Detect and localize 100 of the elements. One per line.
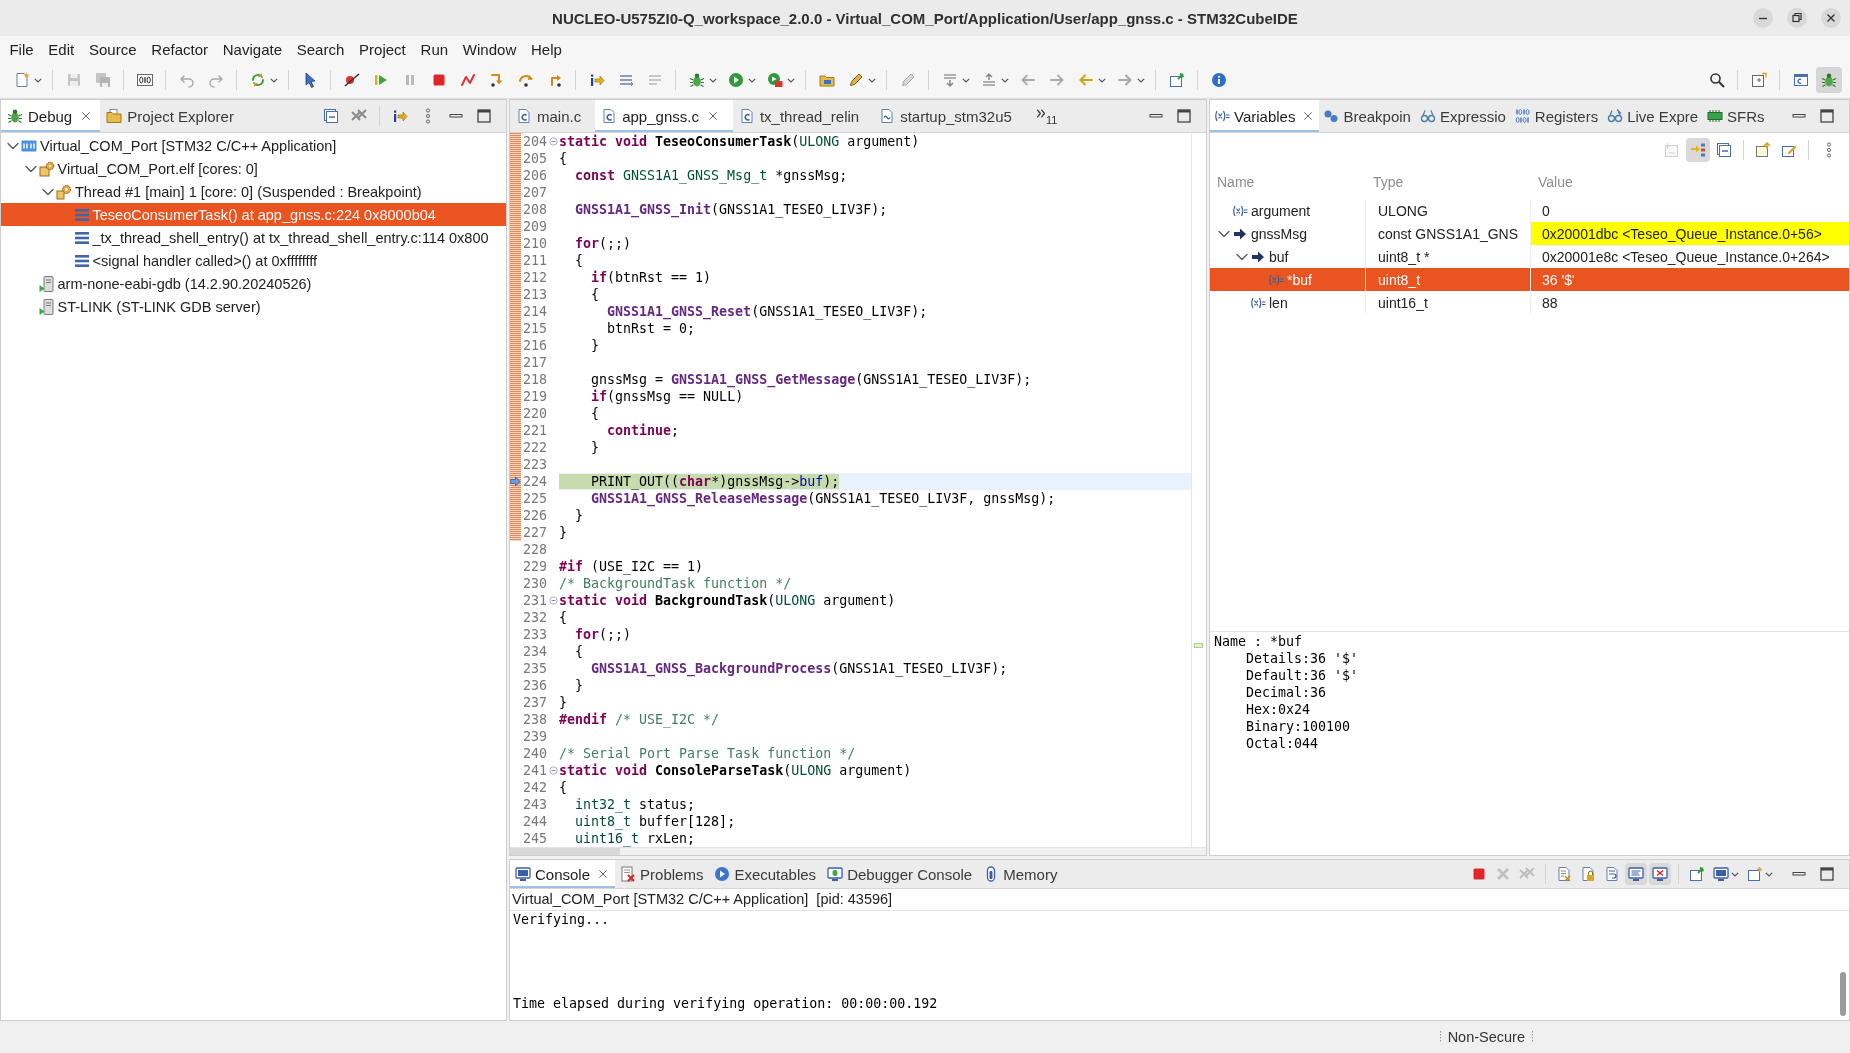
instruction-step-icon[interactable] <box>588 72 605 88</box>
view-tab[interactable]: Variables <box>1210 100 1320 132</box>
close-icon[interactable] <box>1821 8 1841 28</box>
toolbox-icon[interactable] <box>766 72 783 88</box>
maximize-icon[interactable] <box>1176 108 1192 124</box>
dropdown-caret-icon[interactable] <box>868 77 876 83</box>
search-icon[interactable] <box>1708 72 1725 88</box>
pin-window-icon[interactable] <box>1168 72 1185 88</box>
dropdown-caret-icon[interactable] <box>270 77 278 83</box>
dropdown-caret-icon[interactable] <box>1001 77 1009 83</box>
view-tab[interactable]: Executables <box>709 860 823 888</box>
view-tab[interactable]: Registers <box>1510 100 1604 132</box>
annotation-marker-icon[interactable] <box>1194 643 1203 648</box>
column-header[interactable]: Type <box>1366 174 1531 190</box>
annotation-up-icon[interactable] <box>980 72 997 88</box>
vertical-scrollbar[interactable] <box>1840 972 1846 1016</box>
tree-item[interactable]: Virtual_COM_Port [STM32 C/C++ Application] <box>1 134 506 157</box>
server-icon <box>38 298 55 315</box>
run-icon[interactable] <box>727 72 744 88</box>
skip-icon[interactable] <box>343 72 360 88</box>
restore-icon[interactable] <box>1787 8 1807 28</box>
folder-icon[interactable] <box>818 72 835 88</box>
variable-name: gnssMsg <box>1251 225 1308 242</box>
table-row[interactable]: len uint16_t 88 <box>1210 291 1849 314</box>
annotation-down-icon[interactable] <box>941 72 958 88</box>
close-icon[interactable] <box>80 110 93 122</box>
maximize-icon[interactable] <box>476 108 492 124</box>
more-tabs-button[interactable]: 11 <box>1025 100 1064 132</box>
view-tab[interactable]: Expressio <box>1415 100 1511 132</box>
close-icon[interactable] <box>1302 110 1315 122</box>
dropdown-caret-icon[interactable] <box>34 77 42 83</box>
tree-item[interactable]: TeseoConsumerTask() at app_gnss.c:224 0x8000b04 <box>1 203 506 226</box>
menu-item[interactable]: Navigate <box>215 40 290 58</box>
step-over-icon[interactable] <box>517 72 534 88</box>
menu-item[interactable]: Edit <box>40 40 82 58</box>
tree-item[interactable]: Thread #1 [main] 1 [core: 0] (Suspended : Breakpoint) <box>1 180 506 203</box>
disconnect-icon[interactable] <box>459 72 476 88</box>
view-tab[interactable]: Memory <box>978 860 1064 888</box>
editor-tab[interactable]: startup_stm32u5 <box>873 100 1026 132</box>
editor-tab[interactable]: app_gnss.c <box>595 100 733 132</box>
info-icon[interactable] <box>1210 72 1227 88</box>
line-number: 230 <box>522 575 549 592</box>
open-perspective-icon[interactable] <box>1750 72 1767 88</box>
column-header[interactable]: Name <box>1210 174 1366 190</box>
menu-item[interactable]: Window <box>455 40 524 58</box>
menu-item[interactable]: Refactor <box>143 40 216 58</box>
dropdown-caret-icon[interactable] <box>1731 871 1739 877</box>
view-tab[interactable]: Project Explorer <box>100 100 242 132</box>
menu-item[interactable]: Source <box>81 40 144 58</box>
dropdown-caret-icon[interactable] <box>1765 871 1773 877</box>
resume-icon[interactable] <box>372 72 389 88</box>
view-tab[interactable]: Problems <box>615 860 710 888</box>
collapse-icon[interactable] <box>549 596 558 605</box>
code-line: GNSS1A1_GNSS_BackgroundProcess(GNSS1A1_TESEO_LIV3F); <box>590 660 1009 677</box>
pen-icon[interactable] <box>847 72 864 88</box>
tree-item[interactable]: Virtual_COM_Port.elf [cores: 0] <box>1 157 506 180</box>
collapse-all-icon[interactable] <box>323 108 339 124</box>
glasses-icon <box>1607 108 1624 124</box>
tree-item[interactable]: _tx_thread_shell_entry() at tx_thread_shell_entry.c:114 0x800 <box>1 226 506 249</box>
code-line: static void TeseoConsumerTask(ULONG argument) <box>559 133 921 150</box>
view-tab[interactable]: Debugger Console <box>822 860 979 888</box>
dropdown-caret-icon[interactable] <box>1137 77 1145 83</box>
menu-item[interactable]: Run <box>413 40 456 58</box>
instruction-step-icon[interactable] <box>392 108 408 124</box>
list-icon[interactable] <box>617 72 634 88</box>
view-tab[interactable]: Breakpoin <box>1319 100 1416 132</box>
close-icon[interactable] <box>597 868 610 880</box>
menu-item[interactable]: Project <box>351 40 414 58</box>
editor-tab[interactable]: main.c <box>510 100 596 132</box>
close-icon[interactable] <box>706 110 719 122</box>
view-tab[interactable]: SFRs <box>1703 100 1770 132</box>
bug-icon[interactable] <box>688 72 705 88</box>
tree-item[interactable]: ST-LINK (ST-LINK GDB server) <box>1 295 506 318</box>
collapse-icon[interactable] <box>549 766 558 775</box>
perspective-button[interactable] <box>1816 67 1842 93</box>
table-row[interactable]: argument ULONG 0 <box>1210 199 1849 222</box>
refresh-icon[interactable] <box>249 72 266 88</box>
view-tab[interactable]: Live Expre <box>1603 100 1704 132</box>
view-tab[interactable]: Console <box>510 860 616 888</box>
file-icon <box>738 108 755 124</box>
collapse-icon[interactable] <box>549 137 558 146</box>
tree-item[interactable]: arm-none-eabi-gdb (14.2.90.20240526) <box>1 272 506 295</box>
table-row[interactable]: gnssMsg const GNSS1A1_GNS 0x20001dbc <Teseo_Queue_Instance.0+56> <box>1210 222 1849 245</box>
maximize-icon[interactable] <box>1819 866 1835 882</box>
editor-tab[interactable]: tx_thread_relin <box>732 100 874 132</box>
table-row[interactable]: *buf uint8_t 36 '$' <box>1210 268 1849 291</box>
menu-item[interactable]: Help <box>523 40 570 58</box>
menu-item[interactable]: Search <box>289 40 352 58</box>
maximize-icon[interactable] <box>1819 108 1835 124</box>
binary-icon[interactable] <box>136 72 153 88</box>
new-file-icon[interactable] <box>13 72 30 88</box>
dropdown-caret-icon[interactable] <box>748 77 756 83</box>
view-tab[interactable]: Debug <box>1 100 101 132</box>
dropdown-caret-icon[interactable] <box>709 77 717 83</box>
tree-item[interactable]: <signal handler called>() at 0xffffffff <box>1 249 506 272</box>
dropdown-caret-icon[interactable] <box>962 77 970 83</box>
horizontal-scrollbar[interactable] <box>510 847 1206 855</box>
dropdown-caret-icon[interactable] <box>787 77 795 83</box>
dropdown-caret-icon[interactable] <box>1098 77 1106 83</box>
menu-item[interactable]: File <box>2 40 41 58</box>
